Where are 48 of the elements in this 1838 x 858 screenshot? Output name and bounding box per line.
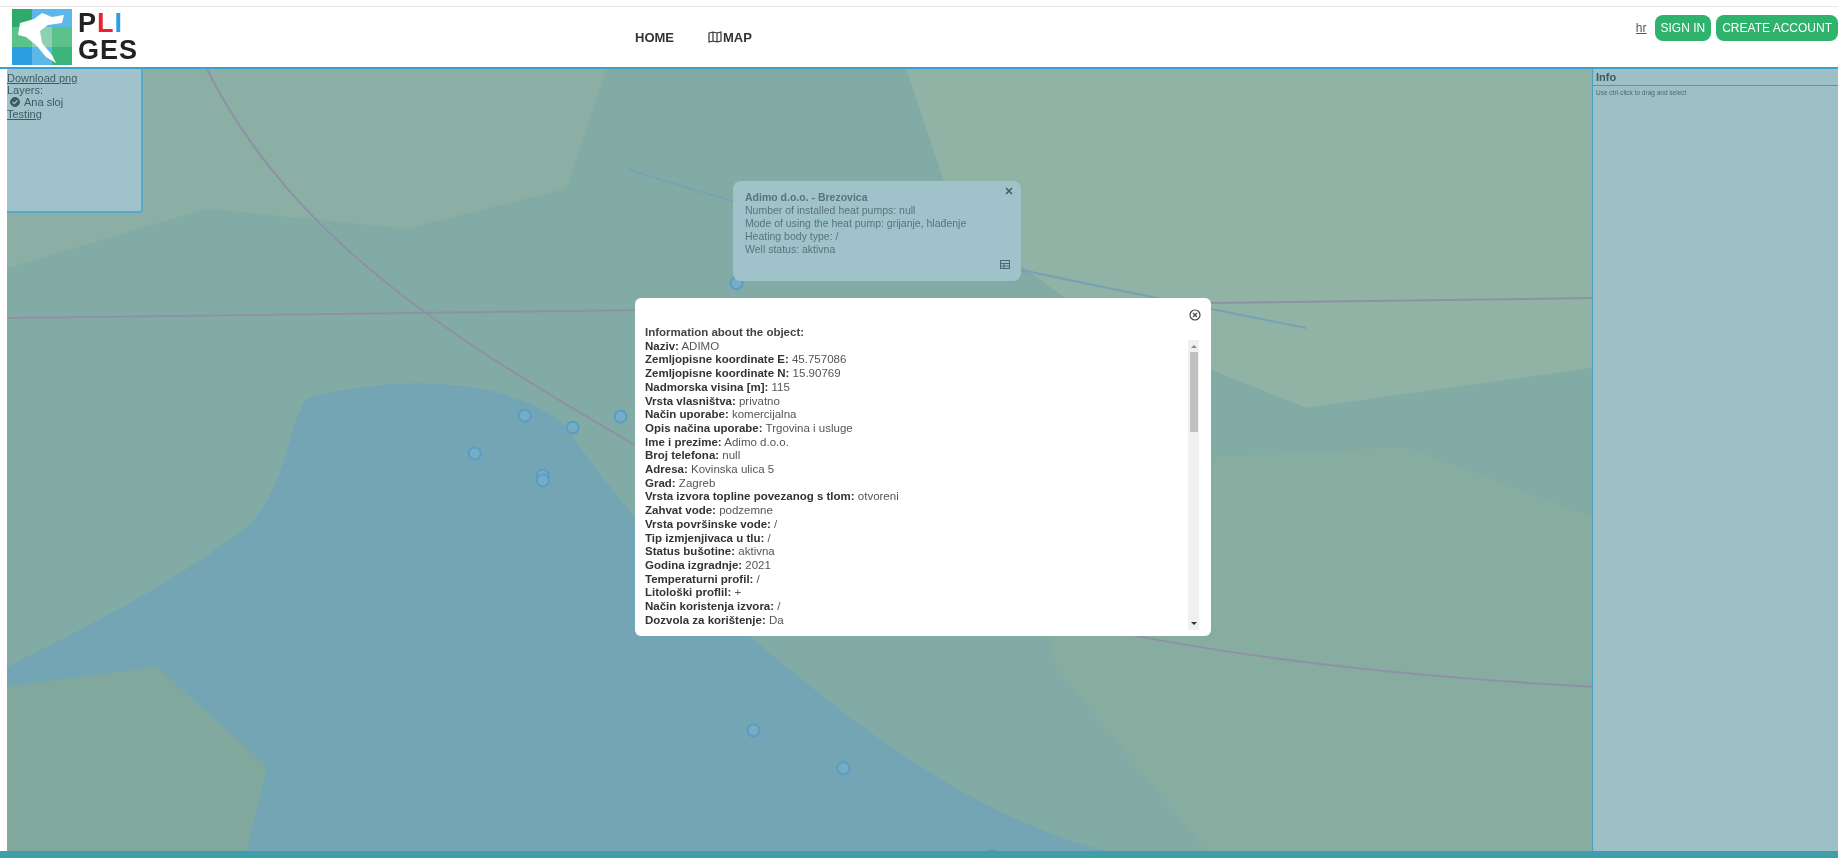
- popup-title: Adimo d.o.o. - Brezovica: [745, 191, 869, 204]
- field-text: Zemljopisne koordinate N: 15.90769: [645, 367, 842, 381]
- field-text: Vrsta površinske vode: /: [645, 517, 779, 532]
- field-text: Zahvat vode: podzemne: [645, 504, 774, 518]
- field-text: Način uporabe: komercijalna: [645, 408, 798, 422]
- scrollbar[interactable]: [1188, 339, 1199, 630]
- language-link[interactable]: hr: [1635, 21, 1647, 35]
- field-text: Vrsta vlasništva: privatno: [645, 394, 781, 409]
- field-text: Godina izgradnje: 2021: [645, 558, 772, 573]
- popup-text: Mode of using the heat pump: grijanje, hlađenje: [745, 217, 968, 230]
- popup-text: Number of installed heat pumps: null: [745, 204, 917, 217]
- logo-letter: I: [114, 10, 124, 37]
- logo-letter: P: [78, 10, 97, 37]
- nav-link[interactable]: HOME: [635, 29, 675, 45]
- header-button[interactable]: SIGN IN: [1654, 15, 1712, 41]
- field-text: Litološki proflil: +: [645, 586, 743, 601]
- layer-label: Ana sloj: [24, 96, 64, 108]
- testing-link[interactable]: Testing: [7, 108, 42, 120]
- layers-title: Layers:: [7, 84, 44, 96]
- field-text: Naziv: ADIMO: [645, 339, 721, 354]
- header-button[interactable]: CREATE ACCOUNT: [1716, 15, 1838, 41]
- field-text: Zemljopisne koordinate E: 45.757086: [645, 353, 848, 368]
- nav-link[interactable]: MAP: [708, 29, 752, 45]
- field-text: Tip izmjenjivaca u tlu: /: [645, 531, 772, 546]
- field-text: Ime i prezime: Adimo d.o.o.: [645, 435, 790, 450]
- layer-checkbox[interactable]: [10, 97, 20, 107]
- close-icon[interactable]: [1005, 187, 1013, 195]
- field-text: Status bušotine: aktivna: [645, 545, 776, 559]
- popup-text: Well status: aktivna: [745, 243, 837, 256]
- field-text: Nadmorska visina [m]: 115: [645, 380, 791, 395]
- map-icon: [708, 31, 723, 43]
- field-text: Broj telefona: null: [645, 449, 742, 464]
- field-text: Vrsta izvora topline povezanog s tlom: otvoreni: [645, 490, 899, 505]
- modal-title: Information about the object:: [645, 326, 806, 340]
- table-icon[interactable]: [1000, 260, 1010, 269]
- field-text: Grad: Zagreb: [645, 476, 717, 491]
- popup-text: Heating body type: /: [745, 230, 840, 243]
- field-text: Adresa: Kovinska ulica 5: [645, 463, 776, 477]
- logo-text: GES: [78, 37, 139, 64]
- close-icon[interactable]: [1189, 309, 1201, 321]
- field-text: Dozvola za korištenje: Da: [645, 613, 785, 628]
- info-title: Info: [1593, 69, 1838, 86]
- field-text: Temperaturni profil: /: [645, 572, 761, 587]
- field-text: Način koristenja izvora: /: [645, 600, 782, 614]
- map-logo-icon: [12, 9, 72, 65]
- download-link[interactable]: Download png: [7, 72, 78, 84]
- logo-letter: L: [97, 10, 115, 37]
- field-text: Opis načina uporabe: Trgovina i usluge: [645, 421, 854, 436]
